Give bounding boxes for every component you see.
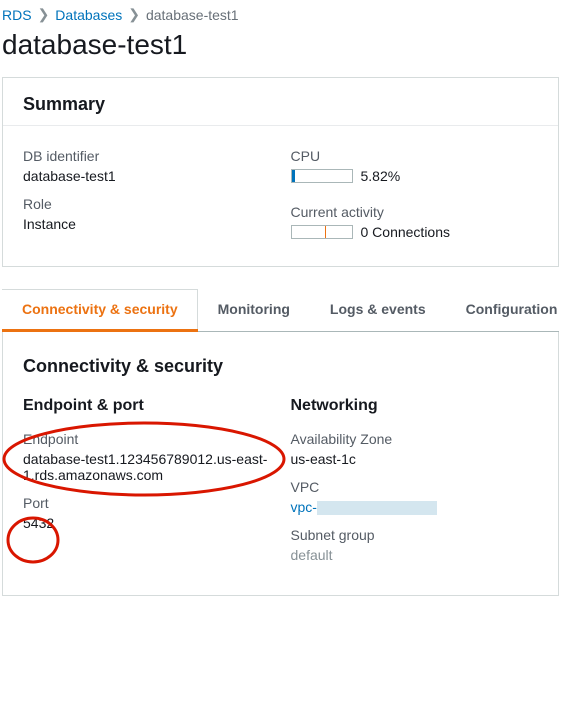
vpc-redacted xyxy=(317,501,437,515)
port-value: 5432 xyxy=(23,515,271,531)
activity-value: 0 Connections xyxy=(361,224,451,240)
endpoint-value: database-test1.123456789012.us-east-1.rd… xyxy=(23,451,271,483)
tab-connectivity-security[interactable]: Connectivity & security xyxy=(2,289,198,332)
endpoint-port-section: Endpoint & port Endpoint database-test1.… xyxy=(23,397,271,575)
subnet-group-label: Subnet group xyxy=(291,527,539,543)
role-label: Role xyxy=(23,196,271,212)
port-label: Port xyxy=(23,495,271,511)
page-title: database-test1 xyxy=(2,29,561,61)
az-value: us-east-1c xyxy=(291,451,539,467)
activity-meter: 0 Connections xyxy=(291,224,451,240)
cpu-value: 5.82% xyxy=(361,168,401,184)
chevron-right-icon: ❯ xyxy=(38,6,50,23)
tab-monitoring[interactable]: Monitoring xyxy=(198,289,310,331)
db-identifier-label: DB identifier xyxy=(23,148,271,164)
connectivity-security-panel: Connectivity & security Endpoint & port … xyxy=(2,332,559,596)
cpu-meter: 5.82% xyxy=(291,168,401,184)
networking-section: Networking Availability Zone us-east-1c … xyxy=(291,397,539,575)
summary-panel: Summary DB identifier database-test1 Rol… xyxy=(2,77,559,267)
endpoint-label: Endpoint xyxy=(23,431,271,447)
summary-title: Summary xyxy=(3,78,558,126)
vpc-value: vpc- xyxy=(291,499,539,515)
tab-logs-events[interactable]: Logs & events xyxy=(310,289,446,331)
chevron-right-icon: ❯ xyxy=(128,6,140,23)
breadcrumb-current: database-test1 xyxy=(146,7,239,23)
vpc-label: VPC xyxy=(291,479,539,495)
breadcrumb-root[interactable]: RDS xyxy=(2,7,32,23)
breadcrumb-parent[interactable]: Databases xyxy=(55,7,122,23)
summary-col-left: DB identifier database-test1 Role Instan… xyxy=(23,140,271,252)
cs-title: Connectivity & security xyxy=(3,332,558,387)
current-activity-label: Current activity xyxy=(291,204,539,220)
summary-col-right: CPU 5.82% Current activity 0 Connections xyxy=(291,140,539,252)
cpu-label: CPU xyxy=(291,148,539,164)
az-label: Availability Zone xyxy=(291,431,539,447)
tab-configuration[interactable]: Configuration xyxy=(446,289,561,331)
role-value: Instance xyxy=(23,216,271,232)
db-identifier-value: database-test1 xyxy=(23,168,271,184)
tabs: Connectivity & securityMonitoringLogs & … xyxy=(2,289,559,332)
breadcrumb: RDS ❯ Databases ❯ database-test1 xyxy=(0,0,561,25)
subnet-group-value: default xyxy=(291,547,539,563)
endpoint-port-heading: Endpoint & port xyxy=(23,397,271,415)
networking-heading: Networking xyxy=(291,397,539,415)
vpc-link[interactable]: vpc- xyxy=(291,499,317,515)
